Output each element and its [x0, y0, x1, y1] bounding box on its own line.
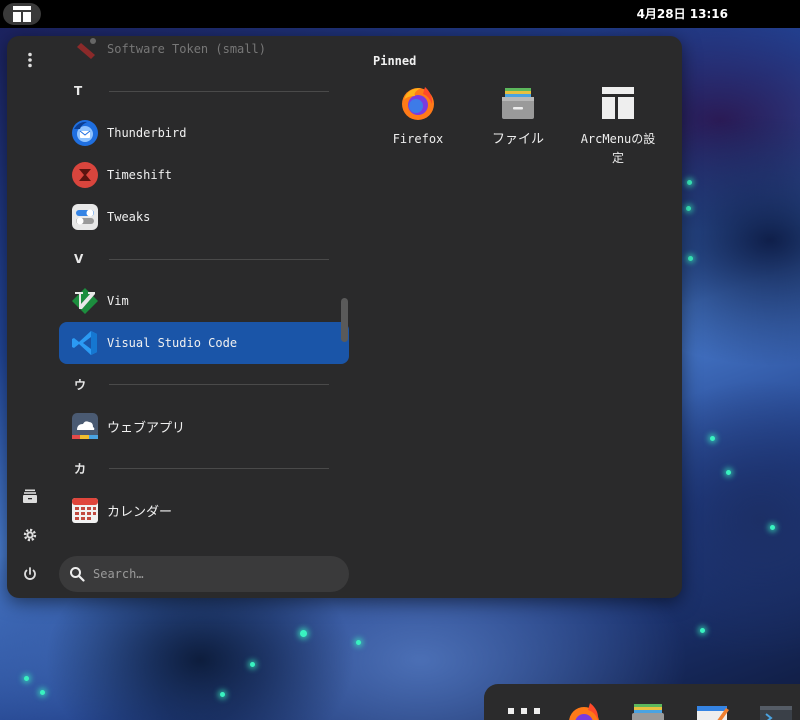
power-button[interactable] [20, 564, 40, 584]
app-item-calendar[interactable]: カレンダー [59, 489, 349, 531]
app-item-label: Vim [107, 294, 129, 308]
top-bar: 4月28日 13:16 [0, 0, 800, 28]
pinned-item-label: Firefox [392, 132, 444, 146]
dock [484, 684, 800, 720]
app-grid-icon [508, 708, 540, 714]
pinned-item-label: ファイル [491, 132, 544, 147]
calendar-icon [71, 496, 99, 524]
pinned-item-firefox[interactable]: Firefox [368, 84, 468, 149]
arcmenu-panel: Software Token (small) T Thunderbird Tim… [7, 36, 682, 598]
app-item-tweaks[interactable]: Tweaks [59, 196, 349, 238]
section-letter: カ [74, 461, 87, 476]
section-divider [109, 90, 329, 92]
timeshift-icon [71, 161, 99, 189]
section-letter: V [74, 252, 84, 266]
dock-firefox[interactable] [566, 700, 602, 720]
pinned-item-label: ArcMenuの設 定 [580, 132, 656, 165]
terminal-icon [760, 706, 792, 720]
firefox-icon [402, 87, 434, 120]
webapps-icon [71, 412, 99, 440]
pinned-item-files[interactable]: ファイル [468, 84, 568, 149]
file-manager-icon [23, 489, 37, 503]
search-icon [70, 567, 85, 582]
all-apps-list: Software Token (small) T Thunderbird Tim… [59, 36, 349, 548]
section-divider [109, 258, 329, 260]
arcmenu-settings-icon [602, 87, 634, 119]
dock-terminal[interactable] [758, 700, 794, 720]
app-item-thunderbird[interactable]: Thunderbird [59, 112, 349, 154]
section-header-v: V [59, 249, 329, 269]
section-divider [109, 383, 329, 385]
app-item-label: カレンダー [107, 504, 173, 520]
app-item-label: Tweaks [107, 210, 151, 224]
text-editor-icon [697, 706, 729, 720]
thunderbird-icon [71, 119, 99, 147]
app-item-software-token[interactable]: Software Token (small) [59, 36, 349, 70]
software-token-icon [71, 36, 99, 63]
section-header-ka: カ [59, 458, 329, 478]
pinned-title: Pinned [373, 54, 417, 68]
section-header-u: ウ [59, 374, 329, 394]
side-rail [7, 36, 53, 598]
more-options-button[interactable] [20, 50, 40, 70]
section-letter: ウ [74, 377, 87, 392]
dock-text-editor[interactable] [694, 700, 730, 720]
section-divider [109, 467, 329, 469]
tweaks-icon [71, 203, 99, 231]
power-icon [24, 567, 36, 580]
settings-gear-icon [23, 528, 37, 542]
app-item-label: Thunderbird [107, 126, 187, 140]
section-letter: T [74, 84, 83, 98]
clock[interactable]: 4月28日 13:16 [0, 5, 800, 22]
dock-files[interactable] [630, 700, 666, 720]
firefox-icon [569, 703, 599, 720]
dock-show-apps[interactable] [506, 700, 542, 720]
settings-button[interactable] [20, 525, 40, 545]
files-icon [502, 88, 534, 119]
app-item-visual-studio-code[interactable]: Visual Studio Code [59, 322, 349, 364]
section-header-t: T [59, 81, 329, 101]
app-item-label: Software Token (small) [107, 42, 266, 56]
more-vertical-icon [28, 52, 32, 68]
app-item-label: Timeshift [107, 168, 173, 182]
files-icon [632, 704, 664, 720]
app-item-webapps[interactable]: ウェブアプリ [59, 405, 349, 447]
app-item-timeshift[interactable]: Timeshift [59, 154, 349, 196]
apps-list-scrollbar[interactable] [341, 298, 348, 342]
files-shortcut-button[interactable] [20, 486, 40, 506]
search-input[interactable] [93, 567, 313, 581]
app-item-label: Visual Studio Code [107, 336, 238, 350]
pinned-item-arcmenu-settings[interactable]: ArcMenuの設 定 [568, 84, 668, 168]
app-item-vim[interactable]: Vim [59, 280, 349, 322]
vscode-icon [71, 329, 99, 357]
vim-icon [71, 287, 99, 315]
app-item-label: ウェブアプリ [107, 420, 186, 436]
search-box[interactable] [59, 556, 349, 592]
